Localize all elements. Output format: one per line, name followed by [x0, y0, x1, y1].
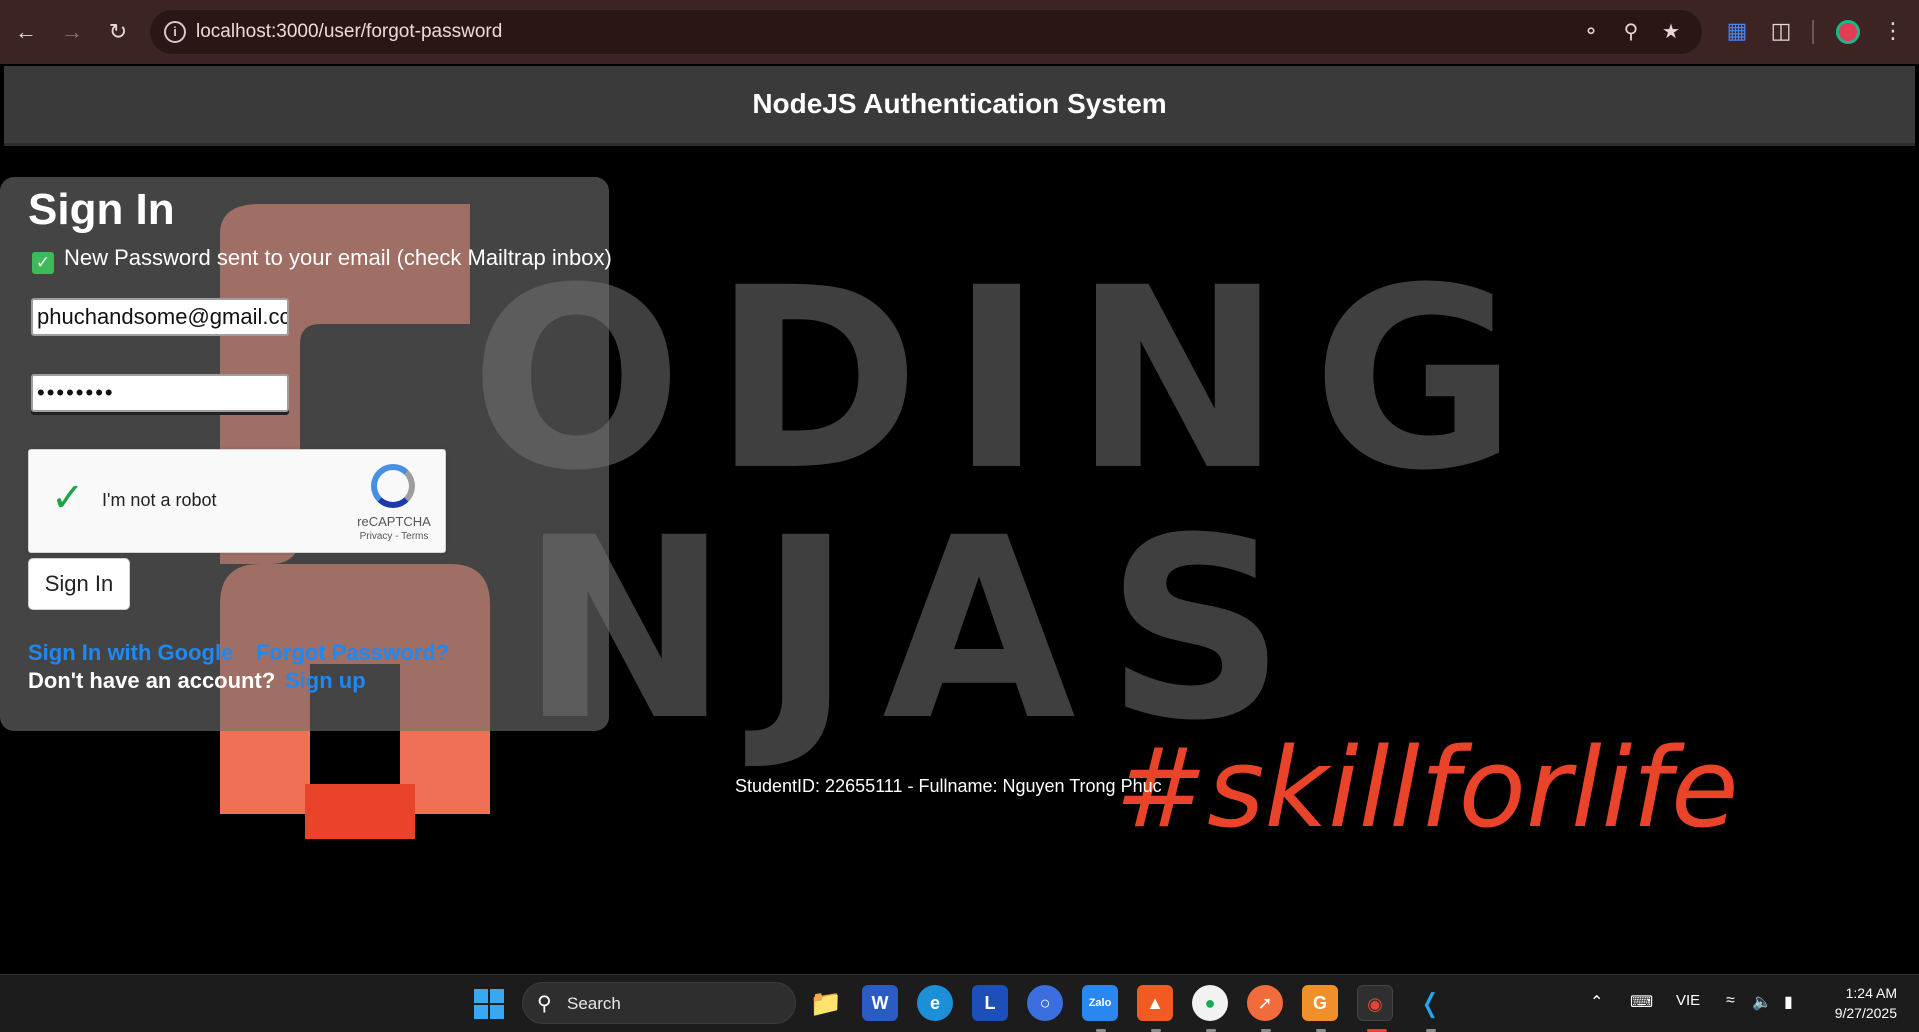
signin-button[interactable]: Sign In — [28, 558, 130, 610]
success-message-text: New Password sent to your email (check M… — [64, 245, 612, 270]
recaptcha-label: I'm not a robot — [102, 490, 217, 510]
translate-icon[interactable]: ▦ — [1722, 16, 1752, 46]
no-account-text: Don't have an account? — [28, 668, 276, 693]
start-icon[interactable] — [474, 989, 504, 1019]
foxit-icon[interactable]: G — [1302, 985, 1338, 1021]
success-message: ✓ New Password sent to your email (check … — [32, 245, 612, 274]
star-icon[interactable]: ★ — [1658, 20, 1684, 44]
profile-icon[interactable] — [1836, 20, 1860, 44]
page-viewport: NodeJS Authentication System ODING NJAS … — [0, 64, 1919, 974]
brave-icon[interactable]: ▲ — [1137, 985, 1173, 1021]
tagline-art: #skillforlife — [1115, 724, 1739, 852]
site-info-icon[interactable]: i — [164, 21, 186, 43]
reload-icon[interactable]: ↻ — [100, 14, 136, 50]
search-icon: ⚲ — [537, 993, 552, 1015]
menu-icon[interactable]: ⋮ — [1878, 16, 1908, 46]
volume-icon[interactable]: 🔈 — [1752, 992, 1772, 1012]
address-bar[interactable]: i localhost:3000/user/forgot-password ⚬ … — [150, 10, 1702, 54]
file-explorer-icon[interactable]: 📁 — [808, 985, 844, 1021]
email-field[interactable]: phuchandsome@gmail.cc — [31, 298, 289, 336]
recaptcha-logo-icon — [371, 464, 415, 508]
taskbar-search[interactable]: ⚲ Search — [522, 982, 796, 1024]
keyboard-icon[interactable]: ⌨ — [1630, 992, 1653, 1012]
recaptcha-brand: reCAPTCHA — [357, 514, 431, 529]
site-title: NodeJS Authentication System — [752, 88, 1167, 119]
key-icon[interactable]: ⚬ — [1578, 20, 1604, 44]
recaptcha-terms-link[interactable]: Privacy - Terms — [349, 531, 439, 542]
toolbar-divider — [1812, 20, 1814, 44]
signin-title: Sign In — [28, 185, 175, 234]
tray-chevron-icon[interactable]: ⌃ — [1590, 992, 1603, 1012]
forgot-password-link[interactable]: Forgot Password? — [256, 640, 449, 666]
zoom-icon[interactable]: ⚲ — [1618, 20, 1644, 44]
clock-time: 1:24 AM — [1845, 985, 1897, 1001]
student-info: StudentID: 22655111 - Fullname: Nguyen T… — [735, 776, 1162, 796]
edge-icon[interactable]: e — [917, 985, 953, 1021]
signup-link[interactable]: Sign up — [285, 668, 366, 694]
check-icon: ✓ — [32, 252, 54, 274]
battery-icon[interactable]: ▮ — [1784, 992, 1793, 1012]
clock[interactable]: 1:24 AM 9/27/2025 — [1835, 983, 1897, 1023]
taskbar-search-label: Search — [567, 994, 621, 1013]
mongodb-compass-icon[interactable]: ● — [1192, 985, 1228, 1021]
chromium-icon[interactable]: ○ — [1027, 985, 1063, 1021]
word-icon[interactable]: W — [862, 985, 898, 1021]
chrome-icon[interactable]: ◉ — [1357, 985, 1393, 1021]
recaptcha-widget[interactable]: ✓ I'm not a robot reCAPTCHA Privacy - Te… — [28, 449, 446, 553]
google-signin-link[interactable]: Sign In with Google — [28, 640, 233, 666]
browser-toolbar: ← → ↻ i localhost:3000/user/forgot-passw… — [0, 0, 1919, 64]
l-app-icon[interactable]: L — [972, 985, 1008, 1021]
language-indicator[interactable]: VIE — [1676, 992, 1700, 1009]
url-text[interactable]: localhost:3000/user/forgot-password — [196, 21, 502, 43]
forward-icon[interactable]: → — [54, 14, 90, 50]
postman-icon[interactable]: ➚ — [1247, 985, 1283, 1021]
signin-card: Sign In ✓ New Password sent to your email… — [0, 177, 612, 731]
recaptcha-checkmark-icon[interactable]: ✓ — [51, 478, 85, 518]
background-letters-top: ODING — [470, 234, 1548, 525]
wifi-icon[interactable]: ≈ — [1726, 992, 1735, 1010]
windows-taskbar: ⚲ Search 📁 W e L ○ Zalo ▲ ● ➚ G ◉ ❬ ⌃ ⌨ … — [0, 974, 1919, 1032]
extensions-icon[interactable]: ◫ — [1766, 16, 1796, 46]
site-header: NodeJS Authentication System — [4, 66, 1915, 146]
back-icon[interactable]: ← — [8, 14, 44, 50]
vscode-icon[interactable]: ❬ — [1412, 985, 1448, 1021]
password-field[interactable]: •••••••• — [31, 374, 289, 412]
zalo-icon[interactable]: Zalo — [1082, 985, 1118, 1021]
clock-date: 9/27/2025 — [1834, 1005, 1897, 1021]
